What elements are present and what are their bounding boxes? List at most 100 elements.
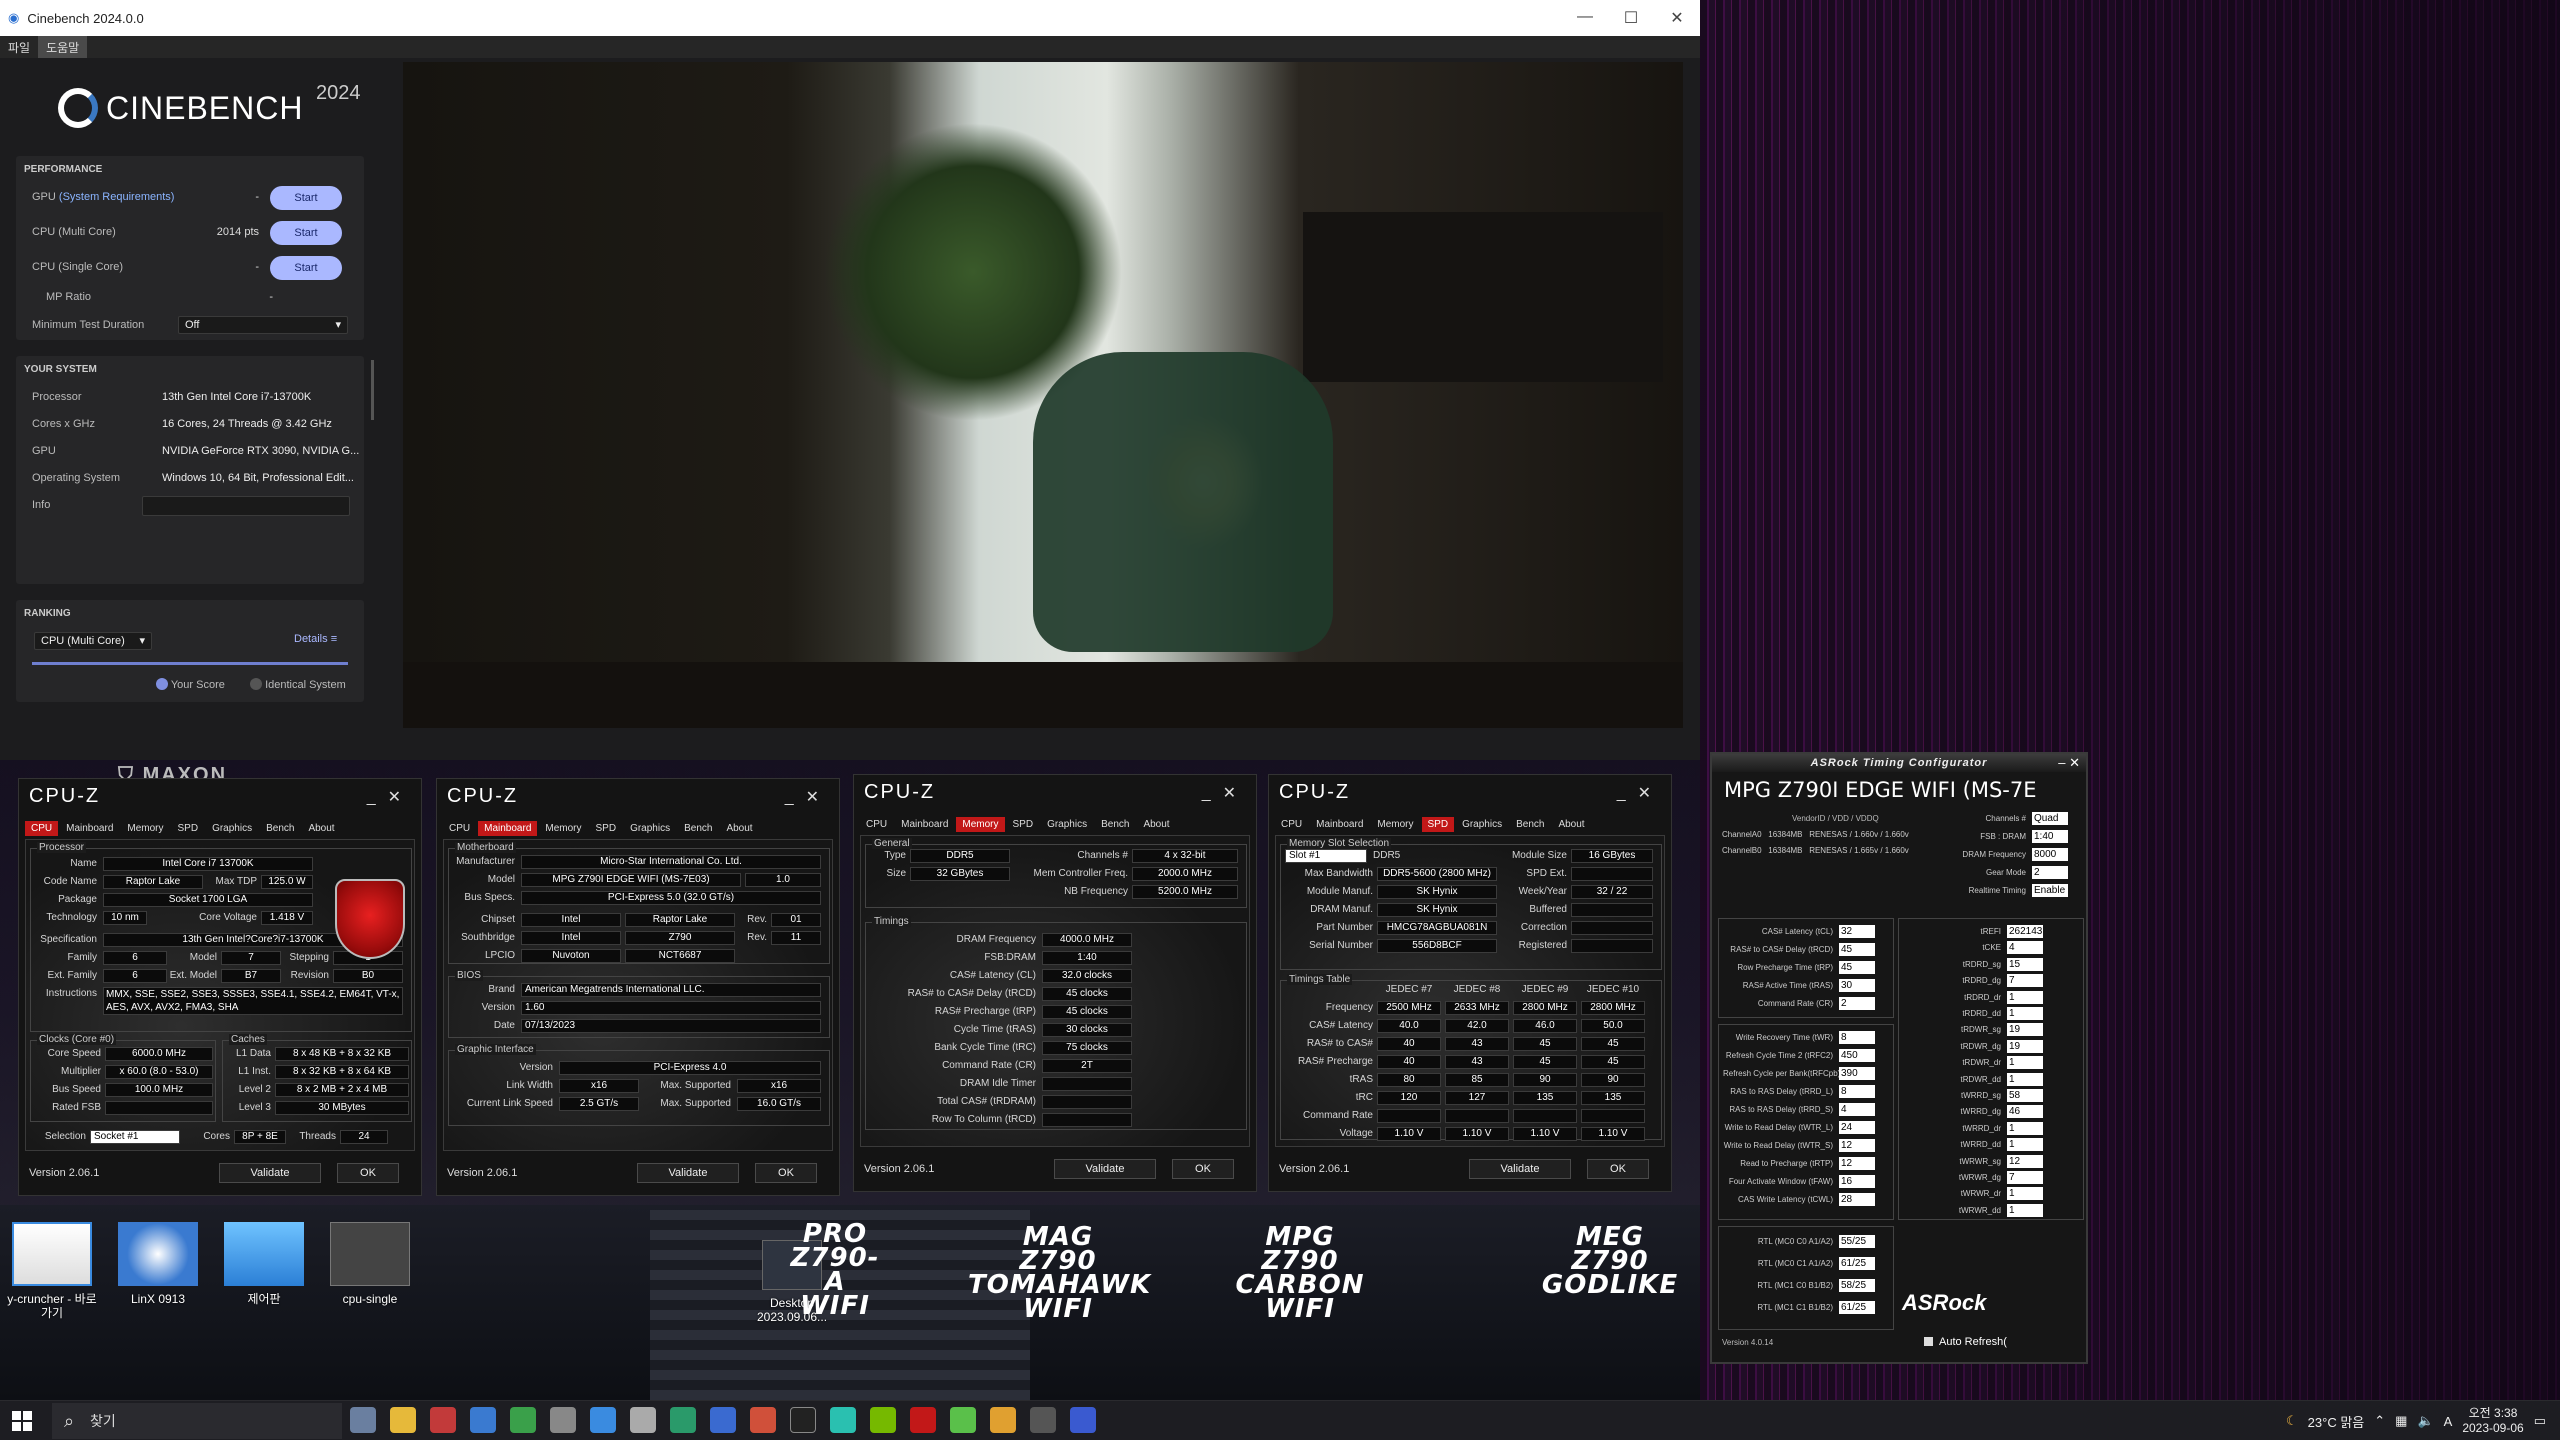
clock[interactable]: 오전 3:38 2023-09-06 (2462, 1406, 2523, 1436)
timing-value[interactable]: 1 (2007, 1072, 2043, 1086)
task-view-icon[interactable] (350, 1407, 376, 1433)
info-input[interactable] (142, 496, 350, 516)
timing-value[interactable]: 7 (2007, 974, 2043, 988)
timing-value[interactable]: 1 (2007, 1121, 2043, 1135)
timing-value[interactable]: 46 (2007, 1105, 2043, 1119)
tab-bench[interactable]: Bench (1095, 817, 1135, 832)
timing-value[interactable]: 61/25 (1839, 1301, 1875, 1314)
timing-value[interactable]: 16 (1839, 1175, 1875, 1188)
minimize-icon[interactable]: _ (785, 789, 806, 806)
tab-graphics[interactable]: Graphics (624, 821, 676, 836)
menu-file[interactable]: 파일 (0, 36, 38, 58)
network-icon[interactable]: ▦ (2395, 1413, 2407, 1429)
weather-text[interactable]: 23°C 맑음 (2308, 1412, 2365, 1431)
windows-start-icon[interactable] (12, 1411, 32, 1431)
timing-value[interactable]: 1 (2007, 1056, 2043, 1070)
timing-value[interactable]: 1 (2007, 1138, 2043, 1152)
timing-value[interactable]: 1 (2007, 1007, 2043, 1020)
timing-value[interactable]: 61/25 (1839, 1257, 1875, 1270)
close-icon[interactable]: ✕ (1654, 8, 1700, 28)
asrock-titlebar[interactable]: ASRock Timing Configurator (1712, 754, 2086, 772)
app-icon[interactable] (750, 1407, 776, 1433)
socket-select[interactable]: Socket #1 (90, 1130, 180, 1144)
minimize-icon[interactable]: _ (1202, 785, 1223, 802)
tab-spd[interactable]: SPD (1421, 817, 1455, 832)
nvidia-icon[interactable] (870, 1407, 896, 1433)
timing-value[interactable]: 262143 (2007, 925, 2043, 938)
timing-value[interactable]: 1:40 (2032, 830, 2068, 843)
close-icon[interactable]: ✕ (806, 789, 831, 806)
close-icon[interactable]: ✕ (1223, 785, 1248, 802)
tab-about[interactable]: About (302, 821, 340, 836)
app-icon[interactable] (830, 1407, 856, 1433)
timing-value[interactable]: 1 (2007, 1187, 2043, 1201)
start-gpu-button[interactable]: Start (270, 186, 342, 210)
tab-spd[interactable]: SPD (1007, 817, 1040, 832)
tab-memory[interactable]: Memory (1371, 817, 1419, 832)
tab-about[interactable]: About (1552, 817, 1590, 832)
timing-value[interactable]: 24 (1839, 1121, 1875, 1134)
timing-value[interactable]: 55/25 (1839, 1235, 1875, 1248)
validate-button[interactable]: Validate (637, 1163, 739, 1183)
validate-button[interactable]: Validate (1054, 1159, 1156, 1179)
timing-value[interactable]: 8 (1839, 1085, 1875, 1098)
timing-value[interactable]: 4 (1839, 1103, 1875, 1116)
app-icon[interactable] (430, 1407, 456, 1433)
details-button[interactable]: Details ≡ (294, 633, 337, 645)
tab-cpu[interactable]: CPU (443, 821, 476, 836)
system-requirements-link[interactable]: (System Requirements) (59, 191, 175, 203)
ok-button[interactable]: OK (337, 1163, 399, 1183)
desktop-icon-control-panel[interactable]: 제어판 (216, 1222, 312, 1306)
scrollbar[interactable] (371, 360, 374, 420)
chrome-icon[interactable] (990, 1407, 1016, 1433)
tab-spd[interactable]: SPD (590, 821, 623, 836)
ranking-select[interactable]: CPU (Multi Core) ▾ (34, 632, 152, 650)
menu-help[interactable]: 도움말 (38, 36, 88, 58)
tab-bench[interactable]: Bench (260, 821, 300, 836)
validate-button[interactable]: Validate (1469, 1159, 1571, 1179)
minimize-icon[interactable]: — (1562, 8, 1608, 28)
timing-value[interactable]: 8000 (2032, 848, 2068, 861)
desktop-icon-cpu-single[interactable]: cpu-single (322, 1222, 418, 1306)
timing-value[interactable]: 19 (2007, 1023, 2043, 1037)
timing-value[interactable]: 8 (1839, 1031, 1875, 1044)
validate-button[interactable]: Validate (219, 1163, 321, 1183)
tab-cpu[interactable]: CPU (860, 817, 893, 832)
close-icon[interactable]: – ✕ (2058, 755, 2080, 771)
app-icon[interactable] (670, 1407, 696, 1433)
timing-value[interactable]: Enable (2032, 884, 2068, 897)
file-explorer-icon[interactable] (390, 1407, 416, 1433)
timing-value[interactable]: 45 (1839, 943, 1875, 956)
timing-value[interactable]: Quad (2032, 812, 2068, 825)
timing-value[interactable]: 390 (1839, 1067, 1875, 1080)
app-icon[interactable] (790, 1407, 816, 1433)
msi-icon[interactable] (910, 1407, 936, 1433)
tab-mainboard[interactable]: Mainboard (895, 817, 954, 832)
tab-graphics[interactable]: Graphics (1456, 817, 1508, 832)
timing-value[interactable]: 15 (2007, 957, 2043, 971)
timing-value[interactable]: 12 (2007, 1154, 2043, 1168)
ok-button[interactable]: OK (1587, 1159, 1649, 1179)
slot-select[interactable]: Slot #1 (1285, 849, 1367, 863)
maximize-icon[interactable]: ☐ (1608, 8, 1654, 28)
min-duration-select[interactable]: Off ▾ (178, 316, 348, 334)
tab-cpu[interactable]: CPU (1275, 817, 1308, 832)
tab-graphics[interactable]: Graphics (206, 821, 258, 836)
timing-value[interactable]: 1 (2007, 1203, 2043, 1217)
tab-mainboard[interactable]: Mainboard (60, 821, 119, 836)
tab-spd[interactable]: SPD (172, 821, 205, 836)
minimize-icon[interactable]: _ (1617, 785, 1638, 802)
tab-about[interactable]: About (1137, 817, 1175, 832)
timing-value[interactable]: 32 (1839, 925, 1875, 938)
close-icon[interactable]: ✕ (388, 789, 413, 806)
timing-value[interactable]: 2 (1839, 997, 1875, 1010)
tab-about[interactable]: About (720, 821, 758, 836)
timing-value[interactable]: 12 (1839, 1139, 1875, 1152)
tab-memory[interactable]: Memory (121, 821, 169, 836)
app-icon[interactable] (950, 1407, 976, 1433)
tab-mainboard[interactable]: Mainboard (1310, 817, 1369, 832)
notification-icon[interactable]: ▭ (2534, 1413, 2546, 1429)
desktop-icon-linx[interactable]: LinX 0913 (110, 1222, 206, 1306)
tab-cpu[interactable]: CPU (25, 821, 59, 836)
start-cpu-single-button[interactable]: Start (270, 256, 342, 280)
